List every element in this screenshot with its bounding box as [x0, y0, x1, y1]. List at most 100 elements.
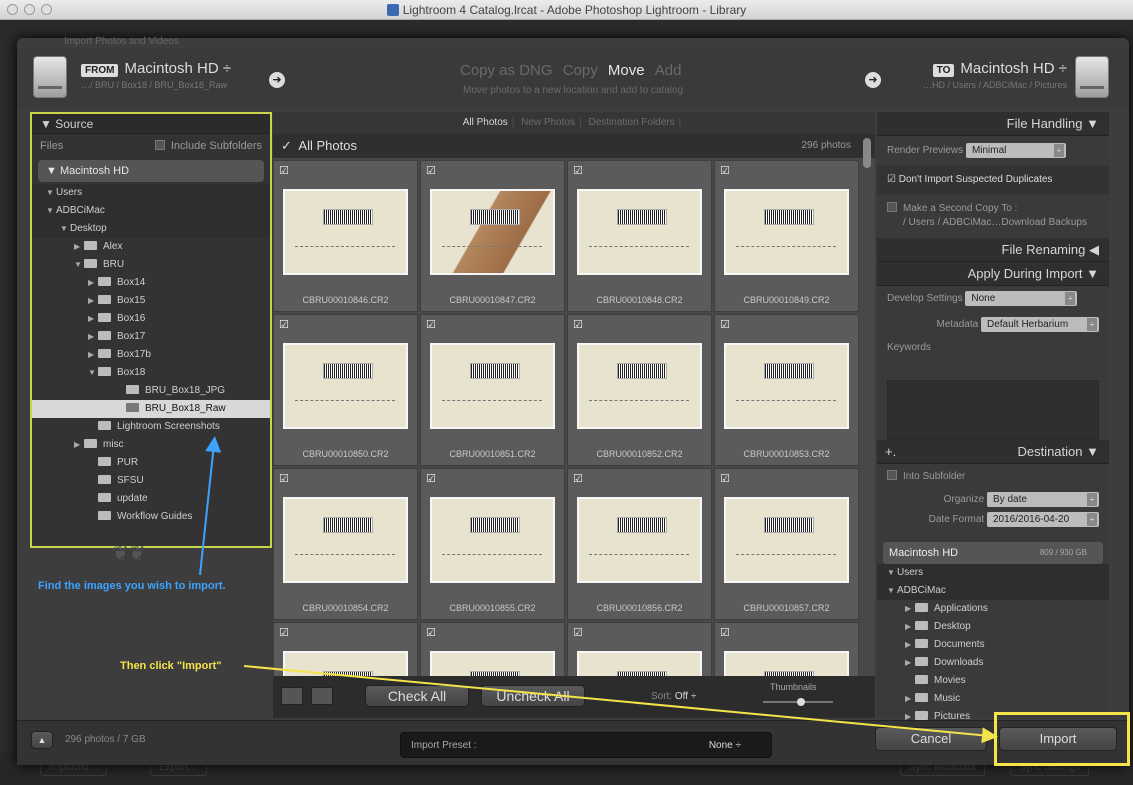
- slider-knob[interactable]: [797, 698, 805, 706]
- destination-folder-row[interactable]: Movies: [877, 672, 1109, 690]
- collapsed-triangle-icon[interactable]: ▶: [905, 654, 915, 672]
- collapsed-triangle-icon[interactable]: ▶: [74, 238, 84, 256]
- photo-cell[interactable]: ☑ CBRU00010853.CR2: [714, 314, 859, 466]
- tab-all-photos[interactable]: All Photos: [463, 117, 508, 128]
- tab-new-photos[interactable]: New Photos: [521, 117, 575, 128]
- source-folder-row[interactable]: ▶ Box15: [32, 292, 270, 310]
- thumbnail-size-slider[interactable]: [763, 698, 833, 706]
- checkbox-checked-icon[interactable]: ☑: [279, 318, 289, 331]
- checkbox-checked-icon[interactable]: ☑: [573, 318, 583, 331]
- checkbox-checked-icon[interactable]: ☑: [720, 472, 730, 485]
- check-all-button[interactable]: Check All: [365, 685, 469, 707]
- source-folder-row[interactable]: Workflow Guides: [32, 508, 270, 526]
- photo-cell[interactable]: ☑ CBRU00010847.CR2: [420, 160, 565, 312]
- date-format-dropdown[interactable]: 2016/2016-04-20 ÷: [987, 512, 1099, 527]
- photo-cell[interactable]: ☑ CBRU00010850.CR2: [273, 314, 418, 466]
- photo-cell[interactable]: ☑: [420, 622, 565, 676]
- second-copy-row[interactable]: Make a Second Copy To : / Users / ADBCiM…: [877, 194, 1109, 238]
- mode-copy-as-dng[interactable]: Copy as DNG: [460, 62, 553, 79]
- destination-folder-row[interactable]: ▼ Users: [877, 564, 1109, 582]
- collapsed-triangle-icon[interactable]: ▶: [88, 274, 98, 292]
- photo-cell[interactable]: ☑ CBRU00010846.CR2: [273, 160, 418, 312]
- photo-cell[interactable]: ☑ CBRU00010852.CR2: [567, 314, 712, 466]
- photo-cell[interactable]: ☑ CBRU00010851.CR2: [420, 314, 565, 466]
- photo-thumbnail[interactable]: [430, 343, 555, 429]
- source-folder-row[interactable]: ▶ Box17b: [32, 346, 270, 364]
- destination-folder-row[interactable]: ▶ Documents: [877, 636, 1109, 654]
- to-selector[interactable]: TO Macintosh HD ÷ …HD / Users / ADBCiMac …: [883, 60, 1067, 90]
- collapsed-triangle-icon[interactable]: ▶: [88, 310, 98, 328]
- photo-thumbnail[interactable]: [283, 497, 408, 583]
- source-folder-row[interactable]: Lightroom Screenshots: [32, 418, 270, 436]
- checkbox-checked-icon[interactable]: ☑: [573, 164, 583, 177]
- collapsed-triangle-icon[interactable]: ▶: [905, 636, 915, 654]
- check-icon[interactable]: ✓: [281, 138, 292, 153]
- expanded-triangle-icon[interactable]: ▼: [887, 564, 897, 582]
- from-selector[interactable]: FROM Macintosh HD ÷ …/ BRU / Box18 / BRU_…: [81, 60, 231, 90]
- source-folder-row[interactable]: ▼ Box18: [32, 364, 270, 382]
- photo-cell[interactable]: ☑ CBRU00010857.CR2: [714, 468, 859, 620]
- collapsed-triangle-icon[interactable]: ▶: [905, 690, 915, 708]
- checkbox-checked-icon[interactable]: ☑: [720, 318, 730, 331]
- import-preset-bar[interactable]: Import Preset : None ÷: [400, 732, 772, 758]
- source-folder-row[interactable]: ▶ Box16: [32, 310, 270, 328]
- uncheck-all-button[interactable]: Uncheck All: [481, 685, 585, 707]
- organize-dropdown[interactable]: By date ÷: [987, 492, 1099, 507]
- source-folder-row[interactable]: ▼ Desktop: [32, 220, 270, 238]
- source-folder-row[interactable]: ▼ Users: [32, 184, 270, 202]
- source-volume[interactable]: ▼ Macintosh HD: [38, 160, 264, 182]
- checkbox-checked-icon[interactable]: ☑: [573, 472, 583, 485]
- source-folder-row[interactable]: ▶ misc: [32, 436, 270, 454]
- photo-cell[interactable]: ☑ CBRU00010848.CR2: [567, 160, 712, 312]
- photo-thumbnail[interactable]: [283, 343, 408, 429]
- file-handling-header[interactable]: File Handling ▼: [877, 112, 1109, 136]
- loupe-view-icon[interactable]: [311, 687, 333, 705]
- collapsed-triangle-icon[interactable]: ▶: [88, 292, 98, 310]
- destination-folder-row[interactable]: ▶ Applications: [877, 600, 1109, 618]
- file-renaming-header[interactable]: File Renaming ◀: [877, 238, 1109, 262]
- develop-settings-dropdown[interactable]: None ÷: [965, 291, 1078, 306]
- photo-cell[interactable]: ☑ CBRU00010855.CR2: [420, 468, 565, 620]
- photo-cell[interactable]: ☑: [273, 622, 418, 676]
- zoom-window-button[interactable]: [41, 4, 52, 15]
- source-folder-row[interactable]: PUR: [32, 454, 270, 472]
- into-subfolder-row[interactable]: Into Subfolder: [877, 470, 1109, 482]
- photo-thumbnail[interactable]: [724, 497, 849, 583]
- checkbox-checked-icon[interactable]: ☑: [426, 318, 436, 331]
- photo-cell[interactable]: ☑ CBRU00010849.CR2: [714, 160, 859, 312]
- to-volume[interactable]: Macintosh HD ÷: [960, 60, 1067, 77]
- photo-thumbnail[interactable]: [283, 189, 408, 275]
- checkbox-checked-icon[interactable]: ☑: [426, 626, 436, 639]
- photo-thumbnail[interactable]: [577, 497, 702, 583]
- destination-folder-row[interactable]: ▶ Downloads: [877, 654, 1109, 672]
- add-folder-icon[interactable]: +.: [885, 440, 896, 463]
- checkbox-icon[interactable]: [887, 202, 897, 212]
- collapsed-triangle-icon[interactable]: ▶: [88, 328, 98, 346]
- destination-drive-icon[interactable]: [1075, 56, 1109, 98]
- photo-thumbnail[interactable]: [724, 343, 849, 429]
- source-folder-row[interactable]: update: [32, 490, 270, 508]
- collapsed-triangle-icon[interactable]: ▶: [74, 436, 84, 454]
- photo-cell[interactable]: ☑ CBRU00010856.CR2: [567, 468, 712, 620]
- source-folder-row[interactable]: ▼ ADBCiMac: [32, 202, 270, 220]
- expanded-triangle-icon[interactable]: ▼: [887, 582, 897, 600]
- destination-folder-row[interactable]: ▶ Music: [877, 690, 1109, 708]
- source-folder-row[interactable]: ▼ BRU: [32, 256, 270, 274]
- import-preset-value[interactable]: None ÷: [709, 740, 741, 751]
- mode-move[interactable]: Move: [608, 62, 645, 79]
- keywords-input[interactable]: [887, 380, 1099, 440]
- source-folder-row[interactable]: BRU_Box18_JPG: [32, 382, 270, 400]
- checkbox-checked-icon[interactable]: ☑: [279, 472, 289, 485]
- tab-destination-folders[interactable]: Destination Folders: [588, 117, 674, 128]
- photo-cell[interactable]: ☑: [567, 622, 712, 676]
- metadata-dropdown[interactable]: Default Herbarium ÷: [981, 317, 1099, 332]
- checkbox-checked-icon[interactable]: ☑: [720, 164, 730, 177]
- destination-folder-row[interactable]: ▶ Desktop: [877, 618, 1109, 636]
- expanded-triangle-icon[interactable]: ▼: [46, 202, 56, 220]
- photo-thumbnail[interactable]: [577, 343, 702, 429]
- expanded-triangle-icon[interactable]: ▼: [60, 220, 70, 238]
- dont-import-duplicates-row[interactable]: ☑ Don't Import Suspected Duplicates: [877, 166, 1109, 194]
- mode-copy[interactable]: Copy: [563, 62, 598, 79]
- source-folder-row[interactable]: SFSU: [32, 472, 270, 490]
- include-subfolders-checkbox[interactable]: Include Subfolders: [154, 134, 262, 158]
